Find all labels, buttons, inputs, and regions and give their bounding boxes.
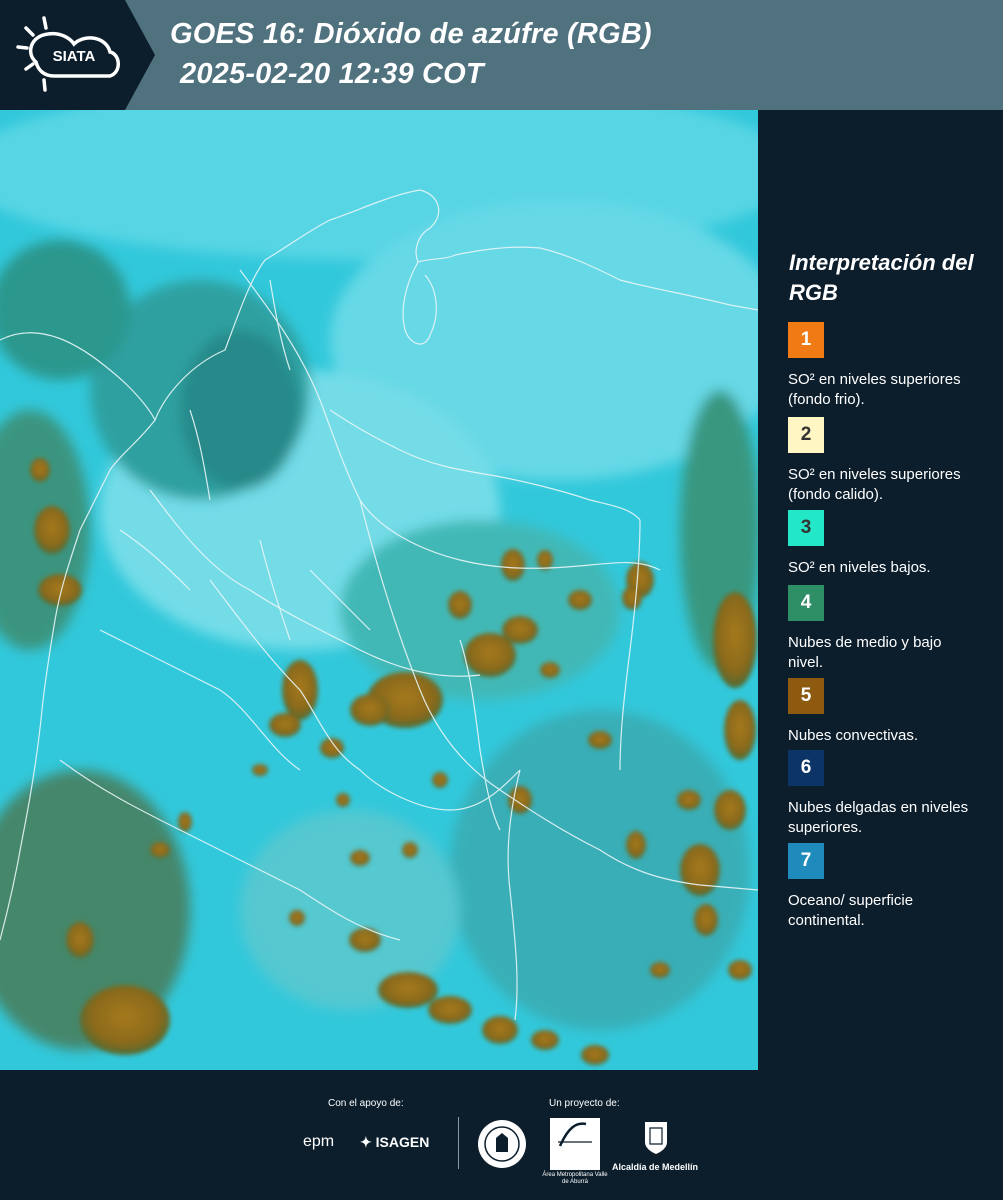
legend-swatch-3: 3 xyxy=(788,510,824,546)
satellite-map[interactable] xyxy=(0,110,758,1070)
header: SIATA GOES 16: Dióxido de azúfre (RGB) 2… xyxy=(0,0,1003,110)
isagen-logo: ✦ ISAGEN xyxy=(360,1134,429,1151)
legend-item-6: 6 Nubes delgadas en niveles superiores. xyxy=(788,750,978,838)
legend-item-5: 5 Nubes convectivas. xyxy=(788,678,978,746)
support-label: Con el apoyo de: xyxy=(328,1098,404,1109)
legend-label-7: Oceano/ superficie continental. xyxy=(788,892,914,929)
legend-title: Interpretación del RGB xyxy=(789,250,974,305)
area-metropolitana-logo xyxy=(550,1118,600,1170)
legend-label-1: SO² en niveles superiores (fondo frio). xyxy=(788,371,961,408)
footer-divider xyxy=(458,1117,459,1169)
footer: Con el apoyo de: Un proyecto de: epm ✦ I… xyxy=(0,1070,1003,1200)
seal-logo xyxy=(478,1120,526,1168)
legend-item-3: 3 SO² en niveles bajos. xyxy=(788,510,978,578)
legend-panel: Interpretación del RGB 1 SO² en niveles … xyxy=(758,110,1003,1070)
title-line-2: 2025-02-20 12:39 COT xyxy=(180,58,484,90)
isagen-logo-text: ISAGEN xyxy=(375,1134,430,1150)
siata-logo: SIATA xyxy=(16,16,120,92)
title-line-1: GOES 16: Dióxido de azúfre (RGB) xyxy=(170,18,652,50)
alcaldia-shield-icon xyxy=(645,1122,667,1154)
legend-label-6: Nubes delgadas en niveles superiores. xyxy=(788,799,969,836)
legend-swatch-1: 1 xyxy=(788,322,824,358)
legend-label-4: Nubes de medio y bajo nivel. xyxy=(788,634,942,671)
logo-text: SIATA xyxy=(53,48,96,65)
legend-swatch-6: 6 xyxy=(788,750,824,786)
alcaldia-label: Alcaldía de Medellín xyxy=(612,1162,699,1172)
legend-item-7: 7 Oceano/ superficie continental. xyxy=(788,843,978,931)
map-image xyxy=(0,110,758,1070)
legend-item-4: 4 Nubes de medio y bajo nivel. xyxy=(788,585,978,673)
page-title: GOES 16: Dióxido de azúfre (RGB) 2025-02… xyxy=(170,14,652,94)
header-notch xyxy=(125,0,155,110)
project-label: Un proyecto de: xyxy=(549,1098,620,1109)
legend-label-2: SO² en niveles superiores (fondo calido)… xyxy=(788,466,961,503)
isagen-mark-icon: ✦ xyxy=(360,1134,372,1150)
legend-swatch-2: 2 xyxy=(788,417,824,453)
area-metropolitana-mark-icon xyxy=(558,1122,592,1147)
epm-logo: epm xyxy=(303,1133,334,1151)
legend-swatch-5: 5 xyxy=(788,678,824,714)
area-metropolitana-label: Área Metropolitana Valle de Aburrá xyxy=(542,1172,608,1185)
legend-label-5: Nubes convectivas. xyxy=(788,727,919,744)
legend-item-2: 2 SO² en niveles superiores (fondo calid… xyxy=(788,417,978,505)
legend-swatch-4: 4 xyxy=(788,585,824,621)
legend-label-3: SO² en niveles bajos. xyxy=(788,559,931,576)
epm-logo-text: epm xyxy=(303,1133,335,1150)
legend-swatch-7: 7 xyxy=(788,843,824,879)
legend-item-1: 1 SO² en niveles superiores (fondo frio)… xyxy=(788,322,978,410)
